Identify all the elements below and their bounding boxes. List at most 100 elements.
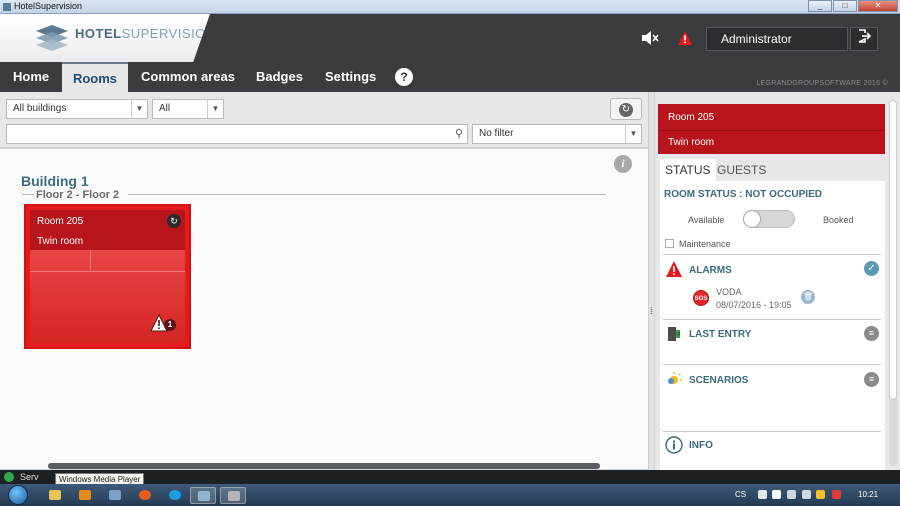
- panel-splitter[interactable]: ⁞: [648, 92, 654, 470]
- speaker-muted-icon[interactable]: [640, 29, 660, 47]
- search-input[interactable]: ⚲: [6, 124, 468, 144]
- taskbar-clock[interactable]: 10:21: [858, 490, 878, 499]
- details-room-name: Room 205: [668, 112, 715, 123]
- volume-icon[interactable]: [802, 490, 811, 499]
- divider: [663, 431, 881, 432]
- refresh-button[interactable]: ↻: [610, 98, 642, 120]
- door-icon: [668, 327, 680, 341]
- scenarios-icon: [668, 372, 682, 384]
- network-icon[interactable]: [816, 490, 825, 499]
- explorer-taskbar-icon[interactable]: [42, 487, 68, 504]
- toggle-label-available: Available: [688, 215, 725, 225]
- app-taskbar-icon[interactable]: [220, 487, 246, 504]
- search-icon[interactable]: ⚲: [455, 127, 463, 140]
- room-status: ROOM STATUS : NOT OCCUPIED: [664, 189, 822, 200]
- tab-guests[interactable]: GUESTS: [712, 159, 771, 181]
- chevron-down-icon: ▼: [131, 100, 147, 118]
- tab-common-areas[interactable]: Common areas: [141, 62, 235, 92]
- hotelsupervision-taskbar-icon[interactable]: [190, 487, 216, 504]
- sos-badge: SOS: [693, 290, 709, 306]
- menu-icon[interactable]: ≡: [864, 372, 879, 387]
- tray-arrow-icon[interactable]: [758, 490, 767, 499]
- divider: [663, 364, 881, 365]
- sync-icon: ↻: [167, 214, 181, 228]
- connection-status-icon: [4, 472, 14, 482]
- user-menu[interactable]: Administrator: [706, 27, 848, 51]
- details-header: Room 205 Twin room: [658, 104, 885, 154]
- tab-badges[interactable]: Badges: [256, 62, 303, 92]
- info-circle-icon: [665, 436, 683, 454]
- status-text: Serv: [20, 472, 39, 482]
- warning-triangle-icon[interactable]: [677, 30, 693, 46]
- details-room-type: Twin room: [668, 137, 715, 148]
- details-tabs: STATUS GUESTS: [660, 159, 885, 181]
- tab-status[interactable]: STATUS: [660, 159, 716, 181]
- notification-icon[interactable]: [832, 490, 841, 499]
- logo-panel: HOTELSUPERVISION: [0, 14, 210, 62]
- horizontal-scrollbar[interactable]: [48, 463, 600, 469]
- app-header: HOTELSUPERVISION Administrator: [0, 14, 900, 62]
- type-select[interactable]: All ▼: [152, 99, 224, 119]
- close-button[interactable]: ✕: [858, 0, 898, 12]
- check-icon[interactable]: ✓: [864, 261, 879, 276]
- tab-settings[interactable]: Settings: [325, 62, 376, 92]
- room-card-body: 1: [30, 250, 185, 343]
- alarm-count-badge: 1: [164, 319, 176, 331]
- room-card-type: Twin room: [37, 236, 84, 247]
- media-player-taskbar-icon[interactable]: [72, 487, 98, 504]
- maintenance-checkbox[interactable]: [665, 239, 674, 248]
- divider: [22, 194, 34, 195]
- building-select[interactable]: All buildings ▼: [6, 99, 148, 119]
- skype-taskbar-icon[interactable]: [162, 487, 188, 504]
- booking-toggle[interactable]: [743, 210, 795, 228]
- logo-bold: HOTEL: [75, 26, 122, 41]
- help-icon[interactable]: ?: [395, 68, 413, 86]
- maintenance-label: Maintenance: [679, 239, 731, 249]
- tab-rooms[interactable]: Rooms: [62, 62, 128, 92]
- last-entry-section-title[interactable]: LAST ENTRY: [689, 329, 751, 340]
- info-icon[interactable]: i: [614, 155, 632, 173]
- divider: [663, 319, 881, 320]
- battery-icon[interactable]: [787, 490, 796, 499]
- divider: [663, 254, 881, 255]
- firefox-taskbar-icon[interactable]: [132, 487, 158, 504]
- window-title: HotelSupervision: [14, 1, 83, 11]
- main-nav: Home Rooms Common areas Badges Settings …: [0, 62, 900, 92]
- vertical-scrollbar[interactable]: [889, 100, 897, 466]
- room-card[interactable]: Room 205 Twin room ↻ 1: [26, 206, 189, 347]
- scroll-thumb[interactable]: [889, 100, 897, 400]
- logo-light: SUPERVISION: [121, 26, 216, 41]
- filter-bar: All buildings ▼ All ▼ ↻ ⚲ No filter ▼: [0, 92, 652, 148]
- windows-taskbar: CS 10:21: [0, 484, 900, 506]
- alarm-date: 08/07/2016 - 19:05: [716, 300, 792, 310]
- windows-logo-icon: [8, 485, 28, 505]
- menu-icon[interactable]: ≡: [864, 326, 879, 341]
- toggle-label-booked: Booked: [823, 215, 854, 225]
- flag-icon[interactable]: [772, 490, 781, 499]
- type-select-value: All: [159, 103, 171, 114]
- hotel-logo-icon: [36, 25, 68, 51]
- refresh-icon: ↻: [619, 103, 633, 117]
- status-filter-select[interactable]: No filter ▼: [472, 124, 642, 144]
- toggle-knob: [743, 210, 761, 228]
- maximize-button[interactable]: □: [833, 0, 857, 12]
- details-body: ROOM STATUS : NOT OCCUPIED Available Boo…: [660, 181, 885, 470]
- status-filter-value: No filter: [479, 128, 514, 139]
- alarm-name: VODA: [716, 287, 742, 297]
- language-indicator[interactable]: CS: [735, 490, 746, 499]
- rooms-area: i Building 1 Floor 2 - Floor 2 Room 205 …: [0, 149, 648, 469]
- room-card-cell: [30, 250, 91, 272]
- tab-home[interactable]: Home: [13, 62, 49, 92]
- trash-icon[interactable]: 🗑: [801, 290, 815, 304]
- network-taskbar-icon[interactable]: [102, 487, 128, 504]
- minimize-button[interactable]: _: [808, 0, 832, 12]
- scenarios-section-title[interactable]: SCENARIOS: [689, 375, 748, 386]
- grip-icon: ⁞: [650, 306, 653, 316]
- app-icon: [3, 3, 11, 11]
- building-select-value: All buildings: [13, 103, 67, 114]
- logout-icon[interactable]: [850, 27, 878, 51]
- start-button[interactable]: [4, 484, 32, 506]
- chevron-down-icon: ▼: [625, 125, 641, 143]
- alarms-section-title[interactable]: ALARMS: [689, 265, 732, 276]
- info-section-title[interactable]: INFO: [689, 440, 713, 451]
